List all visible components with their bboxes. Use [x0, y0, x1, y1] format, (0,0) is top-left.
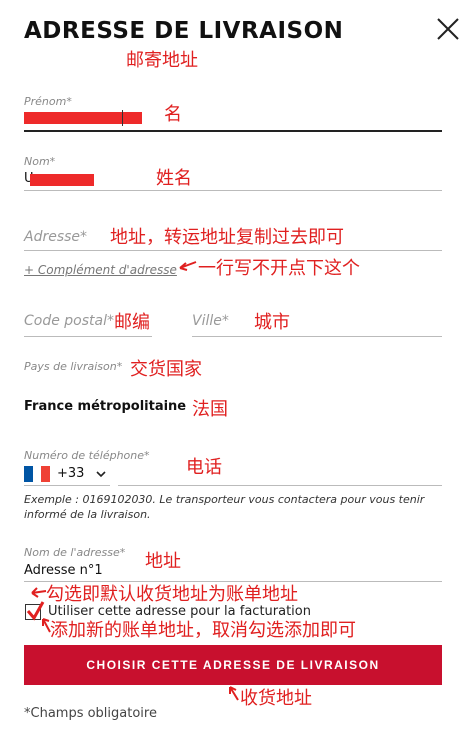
phone-number-field[interactable] — [118, 464, 442, 484]
phone-number-underline — [118, 485, 442, 486]
close-icon[interactable] — [436, 17, 460, 41]
france-flag-icon — [24, 466, 50, 482]
redaction-mark — [24, 112, 142, 124]
redaction-mark — [30, 174, 94, 186]
chevron-down-icon — [96, 471, 106, 478]
last-name-underline — [24, 190, 442, 191]
annotation-billing-default: 勾选即默认收货地址为账单地址 — [46, 584, 298, 605]
last-name-label: Nom* — [24, 155, 56, 168]
postal-code-underline — [24, 336, 152, 337]
address-name-field[interactable]: Adresse n°1 — [24, 562, 442, 580]
annotation-billing-new: 添加新的账单地址，取消勾选添加即可 — [50, 620, 356, 641]
annotation-postal-address: 邮寄地址 — [126, 50, 198, 71]
annotation-shipping-address: 收货地址 — [240, 688, 312, 709]
annotation-complement: 一行写不开点下这个 — [198, 258, 360, 279]
address-name-value: Adresse n°1 — [24, 563, 103, 578]
country-value: France métropolitaine — [24, 399, 187, 414]
phone-country-select[interactable]: +33 — [24, 464, 110, 484]
annotation-city: 城市 — [254, 312, 290, 333]
text-cursor — [122, 110, 123, 126]
address-name-label: Nom de l'adresse* — [24, 546, 126, 559]
annotation-postal-code: 邮编 — [114, 312, 150, 333]
annotation-first-name: 名 — [164, 104, 182, 125]
required-fields-note: *Champs obligatoire — [24, 706, 157, 721]
phone-label: Numéro de téléphone* — [24, 449, 150, 462]
country-label: Pays de livraison* — [24, 360, 123, 373]
choose-shipping-address-button[interactable]: CHOISIR CETTE ADRESSE DE LIVRAISON — [24, 645, 442, 685]
city-field[interactable]: Ville* — [192, 310, 442, 332]
arrow-icon — [31, 587, 47, 598]
phone-country-code: +33 — [57, 466, 85, 481]
annotation-last-name: 姓名 — [156, 168, 192, 189]
first-name-field[interactable] — [24, 106, 442, 130]
annotation-france: 法国 — [192, 399, 228, 420]
annotation-delivery-country: 交货国家 — [130, 359, 202, 380]
annotation-address: 地址，转运地址复制过去即可 — [110, 227, 344, 248]
city-placeholder: Ville* — [192, 313, 229, 329]
postal-code-placeholder: Code postal* — [24, 313, 114, 329]
address-underline — [24, 250, 442, 251]
phone-help-text: Exemple : 0169102030. Le transporteur vo… — [24, 493, 425, 521]
arrow-icon — [179, 261, 197, 271]
last-name-field[interactable]: U — [24, 168, 442, 188]
city-underline — [192, 336, 442, 337]
page-title: ADRESSE DE LIVRAISON — [24, 18, 344, 44]
add-address-complement-link[interactable]: + Complément d'adresse — [24, 263, 177, 277]
address-placeholder: Adresse* — [24, 229, 88, 245]
annotation-phone: 电话 — [186, 457, 222, 478]
phone-code-underline — [24, 485, 110, 486]
first-name-underline — [24, 130, 442, 132]
